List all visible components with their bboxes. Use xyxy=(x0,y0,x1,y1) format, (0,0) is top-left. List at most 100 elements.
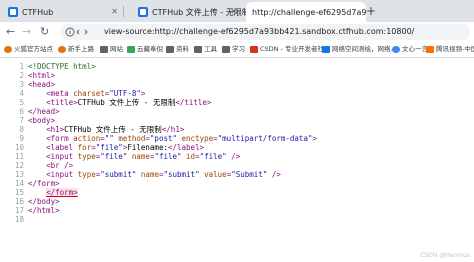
bookmark-label: 文心一言 xyxy=(402,45,428,53)
code-token: "UTF-8" xyxy=(109,89,141,98)
code-token: <body> xyxy=(28,116,56,125)
code-token: "file" xyxy=(154,152,182,161)
address-bar[interactable]: view-source:http://challenge-ef6295d7a93… xyxy=(60,24,470,40)
code-token: CTFHub 文件上传 - 无限制 xyxy=(77,98,176,107)
bookmark-label: 火狐官方站点 xyxy=(14,45,53,53)
line-number: 13 xyxy=(14,170,24,179)
line-number: 16 xyxy=(14,197,24,206)
line-number: 10 xyxy=(14,143,24,152)
code-token: <br /> xyxy=(46,161,74,170)
source-code: <h1>CTFHub 文件上传 - 无限制</h1> xyxy=(28,125,184,134)
code-token: <input xyxy=(46,152,78,161)
code-token: charset xyxy=(73,89,105,98)
tab-ctfhub[interactable]: CTFHub ✕ xyxy=(5,2,123,22)
code-token: "file" xyxy=(199,152,227,161)
line-number: 2 xyxy=(19,71,24,80)
source-code: <title>CTFHub 文件上传 - 无限制</title> xyxy=(28,98,211,107)
bookmark-label: 学习 xyxy=(232,45,245,53)
address-url[interactable]: view-source:http://challenge-ef6295d7a93… xyxy=(104,27,414,37)
source-code: </body> xyxy=(28,197,60,206)
code-token: > xyxy=(140,89,146,98)
bookmark-label: 网络空间测绘，网络... xyxy=(332,45,397,53)
code-token: name xyxy=(131,152,150,161)
code-token: "multipart/form-data" xyxy=(217,134,313,143)
line-number: 15 xyxy=(14,188,24,197)
bookmark-item[interactable]: 火狐官方站点 xyxy=(4,45,53,54)
tab-title: CTFHub xyxy=(22,7,54,17)
code-token: </head> xyxy=(28,107,60,116)
site-info-icon[interactable] xyxy=(65,27,95,40)
cloud-icon xyxy=(127,46,135,53)
line-number: 5 xyxy=(19,98,24,107)
line-number: 14 xyxy=(14,179,24,188)
new-tab-button[interactable]: + xyxy=(366,4,376,18)
code-token: /> xyxy=(226,152,241,161)
ernie-icon xyxy=(392,46,400,53)
back-arrow-icon[interactable]: ← xyxy=(6,24,15,40)
code-token: </body> xyxy=(28,197,60,206)
bookmark-item[interactable]: 网络空间测绘，网络... xyxy=(322,45,397,54)
tab-close-icon[interactable]: ✕ xyxy=(111,7,118,17)
bookmark-folder[interactable]: 资料 xyxy=(166,45,189,54)
folder-icon xyxy=(166,46,174,53)
line-number: 3 xyxy=(19,80,24,89)
code-token: name xyxy=(140,170,159,179)
code-token: "post" xyxy=(149,134,178,143)
firefox-icon xyxy=(4,46,12,53)
code-token: for xyxy=(77,143,92,152)
code-token: <label xyxy=(46,143,78,152)
forward-arrow-icon[interactable]: → xyxy=(22,24,31,40)
ctfhub-favicon-icon xyxy=(8,7,18,17)
csdn-icon xyxy=(250,46,258,53)
tab-view-source[interactable]: http://challenge-ef6295d7a93 xyxy=(246,2,366,22)
ctfhub-favicon-icon xyxy=(138,7,148,17)
line-number: 12 xyxy=(14,161,24,170)
tab-title: http://challenge-ef6295d7a93 xyxy=(252,7,366,17)
code-token: action xyxy=(73,134,101,143)
code-token: <form xyxy=(46,134,74,143)
tab-ctfhub-upload[interactable]: CTFHub 文件上传 - 无限制 ✕ xyxy=(124,2,250,22)
code-token: </h1> xyxy=(161,125,185,134)
code-token: "file" xyxy=(95,143,123,152)
bookmark-folder[interactable]: 学习 xyxy=(222,45,245,54)
bookmark-folder[interactable]: 网站 xyxy=(100,45,123,54)
source-code: <!DOCTYPE html> xyxy=(28,62,96,71)
bookmark-item[interactable]: 文心一言 xyxy=(392,45,428,54)
code-token: > xyxy=(312,134,317,143)
bookmark-label: 新手上路 xyxy=(68,45,94,53)
code-token: <h1> xyxy=(46,125,65,134)
code-token: <meta xyxy=(46,89,74,98)
line-number: 18 xyxy=(14,215,24,224)
bookmark-label: 工具 xyxy=(204,45,217,53)
bookmark-label: 云藏奉倪 xyxy=(137,45,163,53)
firefox-icon xyxy=(58,46,66,53)
bookmark-folder[interactable]: 工具 xyxy=(194,45,217,54)
source-code: <input type="submit" name="submit" value… xyxy=(28,170,281,179)
bookmark-item[interactable]: 腾讯视频-中国领先 xyxy=(426,45,474,54)
code-token: type xyxy=(77,152,96,161)
source-code: </html> xyxy=(28,206,60,215)
error-token: </form> xyxy=(46,188,78,197)
reload-icon[interactable]: ↻ xyxy=(40,24,49,40)
code-token: CTFHub 文件上传 - 无限制 xyxy=(64,125,162,134)
folder-icon xyxy=(222,46,230,53)
bookmark-item[interactable]: 云藏奉倪 xyxy=(127,45,163,54)
source-code: <meta charset="UTF-8"> xyxy=(28,89,145,98)
line-number: 8 xyxy=(19,125,24,134)
line-number: 9 xyxy=(19,134,24,143)
globe-icon xyxy=(322,46,330,53)
line-number: 7 xyxy=(19,116,24,125)
bookmark-item[interactable]: CSDN - 专业开发者社... xyxy=(250,45,330,54)
line-number: 6 xyxy=(19,107,24,116)
source-code: <br /> xyxy=(28,161,73,170)
code-token: Filename: xyxy=(127,143,168,152)
line-number: 1 xyxy=(19,62,24,71)
tab-close-icon[interactable]: ✕ xyxy=(230,7,237,17)
bookmark-item[interactable]: 新手上路 xyxy=(58,45,94,54)
code-token: "submit" xyxy=(163,170,200,179)
